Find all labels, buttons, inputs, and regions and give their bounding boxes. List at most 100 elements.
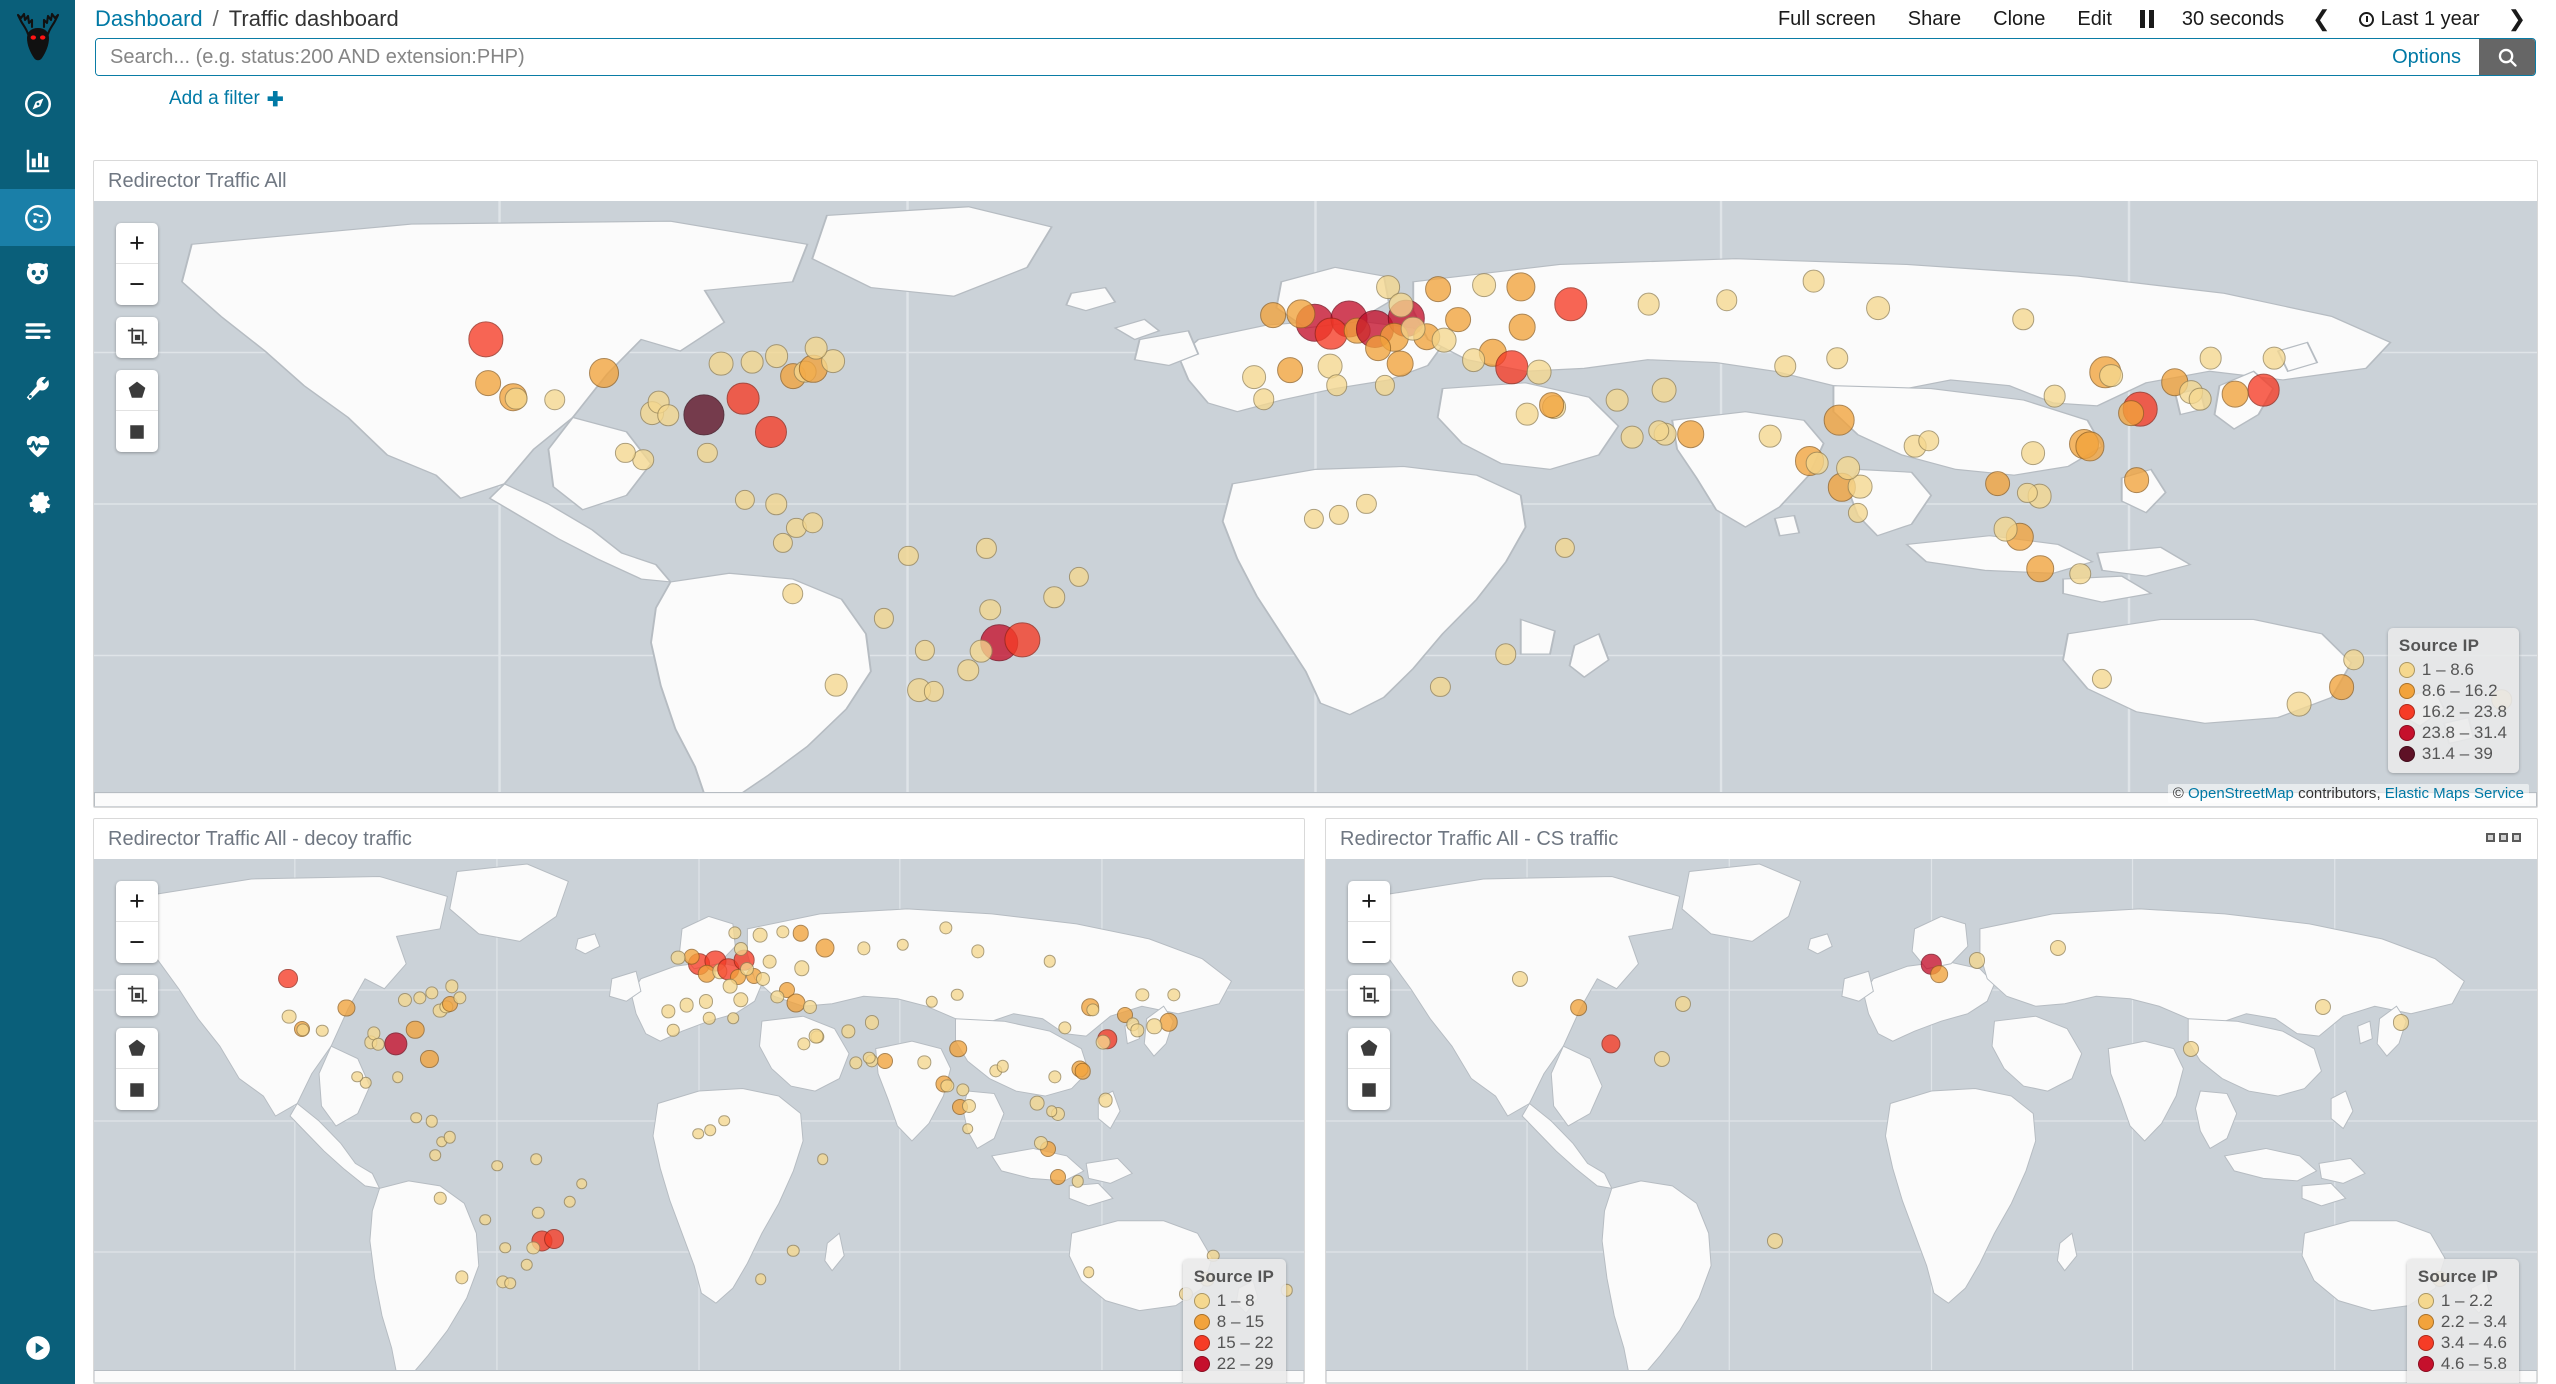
- map-marker[interactable]: [755, 416, 787, 448]
- map-marker[interactable]: [2118, 400, 2144, 426]
- map-marker[interactable]: [1043, 587, 1065, 609]
- map-marker[interactable]: [762, 954, 777, 969]
- map-marker[interactable]: [2315, 999, 2331, 1015]
- map-marker[interactable]: [667, 1024, 680, 1037]
- zoom-out-button[interactable]: −: [1348, 922, 1390, 963]
- map-marker[interactable]: [527, 1241, 540, 1254]
- zoom-in-button[interactable]: +: [116, 223, 158, 264]
- draw-rectangle-icon[interactable]: [116, 1069, 158, 1110]
- map-marker[interactable]: [1637, 293, 1660, 316]
- map-marker[interactable]: [741, 351, 764, 374]
- map-marker[interactable]: [773, 533, 793, 553]
- map-marker[interactable]: [1029, 1096, 1044, 1111]
- map-marker[interactable]: [971, 945, 984, 958]
- map-marker[interactable]: [500, 1242, 512, 1254]
- map-marker[interactable]: [809, 1028, 824, 1043]
- map-marker[interactable]: [351, 1071, 363, 1083]
- map-marker[interactable]: [1315, 317, 1348, 350]
- map-marker[interactable]: [2043, 385, 2066, 408]
- breadcrumb-dashboard-link[interactable]: Dashboard: [95, 6, 203, 32]
- map-marker[interactable]: [1601, 1035, 1620, 1054]
- map-marker[interactable]: [1774, 355, 1796, 377]
- map-marker[interactable]: [1432, 327, 1457, 352]
- map-marker[interactable]: [962, 1099, 976, 1113]
- chevron-left-icon[interactable]: ❮: [2300, 6, 2342, 32]
- sidebar-item-discover[interactable]: [0, 75, 75, 132]
- map-marker[interactable]: [444, 1131, 457, 1144]
- map-marker[interactable]: [1648, 420, 1670, 442]
- map-marker[interactable]: [434, 1192, 447, 1205]
- sidebar-item-management[interactable]: [0, 474, 75, 531]
- edit-button[interactable]: Edit: [2061, 8, 2127, 31]
- map-marker[interactable]: [420, 1050, 438, 1068]
- map-marker[interactable]: [816, 939, 835, 958]
- map-marker[interactable]: [670, 950, 685, 965]
- map-marker[interactable]: [338, 999, 355, 1016]
- map-marker[interactable]: [723, 979, 738, 994]
- map-marker[interactable]: [429, 1149, 441, 1161]
- map-marker[interactable]: [1242, 365, 1266, 389]
- map-marker[interactable]: [1654, 1051, 1670, 1067]
- map-marker[interactable]: [865, 1015, 879, 1029]
- map-marker[interactable]: [1848, 503, 1868, 523]
- fit-to-data-icon[interactable]: [1348, 975, 1390, 1016]
- map-marker[interactable]: [709, 351, 734, 376]
- coordinate-map[interactable]: + −: [94, 859, 1304, 1383]
- coordinate-map[interactable]: + −: [94, 201, 2537, 807]
- zoom-out-button[interactable]: −: [116, 922, 158, 963]
- map-marker[interactable]: [679, 998, 694, 1013]
- search-options-button[interactable]: Options: [2374, 39, 2479, 75]
- map-marker[interactable]: [278, 969, 298, 989]
- map-marker[interactable]: [699, 994, 713, 1008]
- map-marker[interactable]: [941, 1079, 954, 1092]
- map-marker[interactable]: [728, 926, 741, 939]
- map-marker[interactable]: [951, 989, 964, 1002]
- zoom-in-button[interactable]: +: [1348, 881, 1390, 922]
- sidebar-item-devtools[interactable]: [0, 360, 75, 417]
- map-marker[interactable]: [657, 404, 679, 426]
- map-marker[interactable]: [915, 640, 935, 660]
- map-marker[interactable]: [2026, 555, 2054, 583]
- map-marker[interactable]: [1806, 452, 1829, 475]
- add-filter-button[interactable]: Add a filter ✚: [169, 87, 284, 112]
- map-marker[interactable]: [1326, 375, 1348, 397]
- map-marker[interactable]: [950, 1040, 968, 1058]
- map-marker[interactable]: [1526, 360, 1551, 385]
- map-marker[interactable]: [576, 1178, 588, 1190]
- map-marker[interactable]: [385, 1032, 408, 1055]
- map-marker[interactable]: [1554, 288, 1587, 321]
- search-input[interactable]: [96, 39, 2374, 75]
- map-marker[interactable]: [1716, 289, 1738, 311]
- draw-rectangle-icon[interactable]: [1348, 1069, 1390, 1110]
- map-marker[interactable]: [296, 1023, 309, 1036]
- map-marker[interactable]: [1074, 1063, 1091, 1080]
- draw-polygon-icon[interactable]: [1348, 1028, 1390, 1069]
- map-marker[interactable]: [1652, 378, 1677, 403]
- map-marker[interactable]: [962, 1123, 974, 1135]
- map-marker[interactable]: [2050, 940, 2066, 956]
- map-marker[interactable]: [2124, 467, 2150, 493]
- full-screen-button[interactable]: Full screen: [1762, 8, 1892, 31]
- zoom-in-button[interactable]: +: [116, 881, 158, 922]
- map-marker[interactable]: [727, 1013, 739, 1025]
- map-marker[interactable]: [1824, 405, 1855, 436]
- deer-logo[interactable]: [0, 0, 75, 75]
- map-marker[interactable]: [530, 1154, 542, 1166]
- map-marker[interactable]: [1495, 351, 1528, 384]
- map-marker[interactable]: [896, 938, 909, 951]
- map-marker[interactable]: [857, 942, 870, 955]
- map-marker[interactable]: [1802, 269, 1825, 292]
- map-marker[interactable]: [521, 1259, 534, 1272]
- map-marker[interactable]: [1050, 1169, 1066, 1185]
- map-marker[interactable]: [1507, 272, 1536, 301]
- map-marker[interactable]: [1570, 999, 1588, 1017]
- zoom-out-button[interactable]: −: [116, 264, 158, 305]
- map-marker[interactable]: [2393, 1014, 2409, 1030]
- map-marker[interactable]: [1136, 988, 1149, 1001]
- map-marker[interactable]: [793, 925, 810, 942]
- map-marker[interactable]: [425, 986, 438, 999]
- map-marker[interactable]: [479, 1214, 491, 1226]
- map-marker[interactable]: [2343, 649, 2365, 671]
- map-marker[interactable]: [1509, 314, 1536, 341]
- sidebar-collapse-button[interactable]: [0, 1334, 75, 1362]
